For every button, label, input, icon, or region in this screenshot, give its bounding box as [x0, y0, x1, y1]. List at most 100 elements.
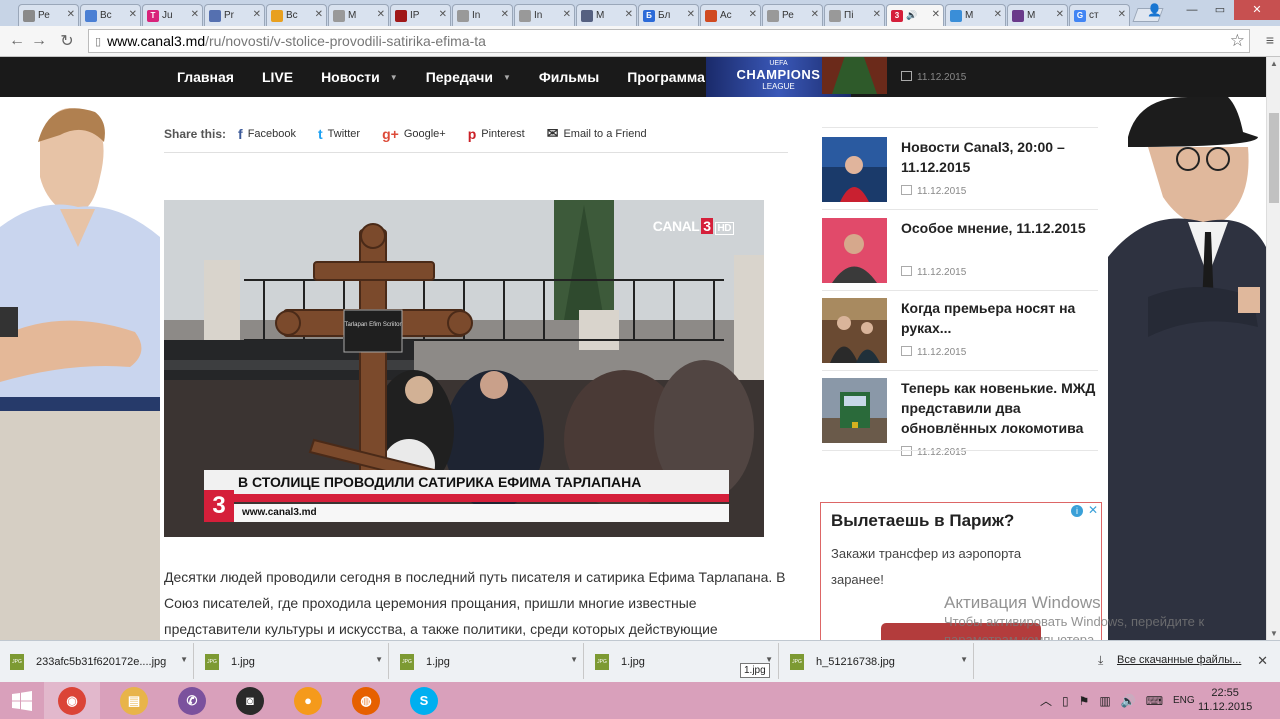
ad-close-icon[interactable]: ✕	[1088, 503, 1098, 517]
tab-close-icon[interactable]: ✕	[315, 9, 323, 20]
minimize-button[interactable]: —	[1178, 0, 1206, 20]
tab-close-icon[interactable]: ✕	[129, 9, 137, 20]
ad-info-icon[interactable]: i	[1071, 505, 1083, 517]
share-pinterest-link[interactable]: p Pinterest	[468, 125, 525, 142]
news-title[interactable]: Новости Canal3, 20:00 – 11.12.2015	[901, 137, 1101, 177]
browser-tab[interactable]: Pr ✕	[204, 4, 265, 26]
system-clock[interactable]: 22:55 11.12.2015	[1198, 686, 1252, 714]
tray-keyboard-icon[interactable]: ⌨	[1146, 694, 1163, 708]
tab-close-icon[interactable]: ✕	[191, 9, 199, 20]
download-menu-arrow-icon[interactable]: ▼	[570, 655, 578, 664]
tray-volume-icon[interactable]: 🔊	[1121, 694, 1136, 708]
tab-close-icon[interactable]: ✕	[1056, 9, 1064, 20]
download-item[interactable]: JPG 233afc5b31f620172e....jpg ▼	[0, 647, 190, 677]
tab-close-icon[interactable]: ✕	[625, 9, 633, 20]
tab-close-icon[interactable]: ✕	[377, 9, 385, 20]
tab-close-icon[interactable]: ✕	[563, 9, 571, 20]
scrollbar-thumb[interactable]	[1269, 113, 1279, 203]
browser-tab[interactable]: Вс ✕	[80, 4, 141, 26]
browser-tab[interactable]: In ✕	[452, 4, 513, 26]
tab-close-icon[interactable]: ✕	[501, 9, 509, 20]
download-item[interactable]: JPG 1.jpg ▼	[195, 647, 385, 677]
tab-close-icon[interactable]: ✕	[811, 9, 819, 20]
language-indicator[interactable]: ENG	[1173, 695, 1195, 706]
news-title[interactable]: Когда премьера носят на руках...	[901, 298, 1101, 338]
chrome-menu-icon[interactable]: ≡	[1266, 32, 1274, 48]
tab-close-icon[interactable]: ✕	[253, 9, 261, 20]
browser-tab[interactable]: M ✕	[1007, 4, 1068, 26]
download-menu-arrow-icon[interactable]: ▼	[375, 655, 383, 664]
news-video-frame[interactable]: Tarlapan Efim Scriitor CANAL 3 HD В СТОЛИЦ…	[164, 200, 764, 537]
browser-tab[interactable]: M ✕	[576, 4, 637, 26]
browser-tab[interactable]: In ✕	[514, 4, 575, 26]
news-thumbnail[interactable]	[822, 57, 887, 94]
nav-item[interactable]: Фильмы	[539, 69, 599, 85]
share-email-link[interactable]: ✉ Email to a Friend	[547, 125, 647, 142]
browser-tab[interactable]: Вс ✕	[266, 4, 327, 26]
browser-tab[interactable]: M ✕	[945, 4, 1006, 26]
browser-tab[interactable]: Ре ✕	[762, 4, 823, 26]
sidebar-news-item[interactable]: Теперь как новенькие. МЖД представили дв…	[822, 378, 1101, 458]
maximize-button[interactable]: ▭	[1206, 0, 1234, 20]
sidebar-news-item[interactable]: 11.12.2015	[822, 57, 1098, 99]
browser-tab[interactable]: M ✕	[328, 4, 389, 26]
tab-close-icon[interactable]: ✕	[932, 9, 940, 20]
nav-item[interactable]: Новости ▼	[321, 69, 398, 85]
news-title[interactable]: Теперь как новенькие. МЖД представили дв…	[901, 378, 1101, 438]
news-thumbnail[interactable]	[822, 218, 887, 283]
tab-close-icon[interactable]: ✕	[749, 9, 757, 20]
taskbar-chrome-button[interactable]: ◉	[44, 682, 100, 719]
share-twitter-link[interactable]: t Twitter	[318, 125, 360, 142]
nav-item[interactable]: LIVE	[262, 69, 293, 85]
taskbar-viber-button[interactable]: ✆	[164, 682, 220, 719]
download-item[interactable]: JPG 1.jpg ▼	[390, 647, 580, 677]
forward-arrow-icon[interactable]: →	[28, 32, 50, 50]
browser-tab[interactable]: Ре ✕	[18, 4, 79, 26]
start-button[interactable]	[0, 682, 44, 719]
nav-item[interactable]: Передачи ▼	[426, 69, 511, 85]
taskbar-skype-button[interactable]: S	[396, 682, 452, 719]
tab-close-icon[interactable]: ✕	[1118, 9, 1126, 20]
nav-item[interactable]: Главная	[177, 69, 234, 85]
download-menu-arrow-icon[interactable]: ▼	[960, 655, 968, 664]
news-title[interactable]: Особое мнение, 11.12.2015	[901, 218, 1101, 238]
all-downloads-link[interactable]: Все скачанные файлы...	[1117, 654, 1241, 666]
browser-tab[interactable]: Пі ✕	[824, 4, 885, 26]
scroll-up-arrow-icon[interactable]: ▲	[1270, 59, 1278, 68]
back-arrow-icon[interactable]: ←	[6, 32, 28, 50]
tab-audio-icon[interactable]: 🔊	[906, 10, 917, 21]
address-bar[interactable]: ▯ www.canal3.md/ru/novosti/v-stolice-pro…	[88, 29, 1250, 53]
sidebar-news-item[interactable]: Особое мнение, 11.12.2015 11.12.2015	[822, 218, 1098, 288]
news-thumbnail[interactable]	[822, 378, 887, 443]
sidebar-news-item[interactable]: Когда премьера носят на руках... 11.12.20…	[822, 298, 1098, 368]
share-google-plus-link[interactable]: g+ Google+	[382, 125, 446, 142]
profile-icon[interactable]: 👤	[1147, 3, 1162, 17]
window-close-button[interactable]: ✕	[1234, 0, 1280, 20]
sidebar-news-item[interactable]: Новости Canal3, 20:00 – 11.12.2015 11.12.…	[822, 137, 1098, 207]
browser-tab[interactable]: Gст ✕	[1069, 4, 1130, 26]
download-menu-arrow-icon[interactable]: ▼	[180, 655, 188, 664]
tray-flag-icon[interactable]: ⚑	[1079, 694, 1090, 708]
tray-network-icon[interactable]: ▥	[1099, 694, 1110, 708]
news-thumbnail[interactable]	[822, 137, 887, 202]
browser-tab[interactable]: Ас ✕	[700, 4, 761, 26]
download-item[interactable]: JPG h_51216738.jpg ▼	[780, 647, 970, 677]
tab-close-icon[interactable]: ✕	[67, 9, 75, 20]
browser-tab[interactable]: 3 🔊 ✕	[886, 4, 944, 26]
scroll-down-arrow-icon[interactable]: ▼	[1270, 629, 1278, 638]
taskbar-camera-button[interactable]: ◙	[222, 682, 278, 719]
share-facebook-link[interactable]: f Facebook	[238, 125, 296, 142]
nav-item[interactable]: Программа	[627, 69, 705, 85]
tray-expand-icon[interactable]: ︿	[1040, 692, 1052, 709]
browser-tab[interactable]: Б Бл ✕	[638, 4, 699, 26]
news-thumbnail[interactable]	[822, 298, 887, 363]
tray-device-icon[interactable]: ▯	[1062, 694, 1069, 708]
taskbar-firefox-button[interactable]: ◍	[338, 682, 394, 719]
shelf-close-icon[interactable]: ✕	[1257, 653, 1268, 669]
tab-close-icon[interactable]: ✕	[439, 9, 447, 20]
reload-icon[interactable]: ↻	[56, 31, 78, 51]
browser-tab[interactable]: IP ✕	[390, 4, 451, 26]
taskbar-explorer-button[interactable]: ▤	[106, 682, 162, 719]
bookmark-star-icon[interactable]: ☆	[1230, 31, 1245, 51]
page-scrollbar[interactable]: ▲ ▼	[1266, 57, 1280, 640]
